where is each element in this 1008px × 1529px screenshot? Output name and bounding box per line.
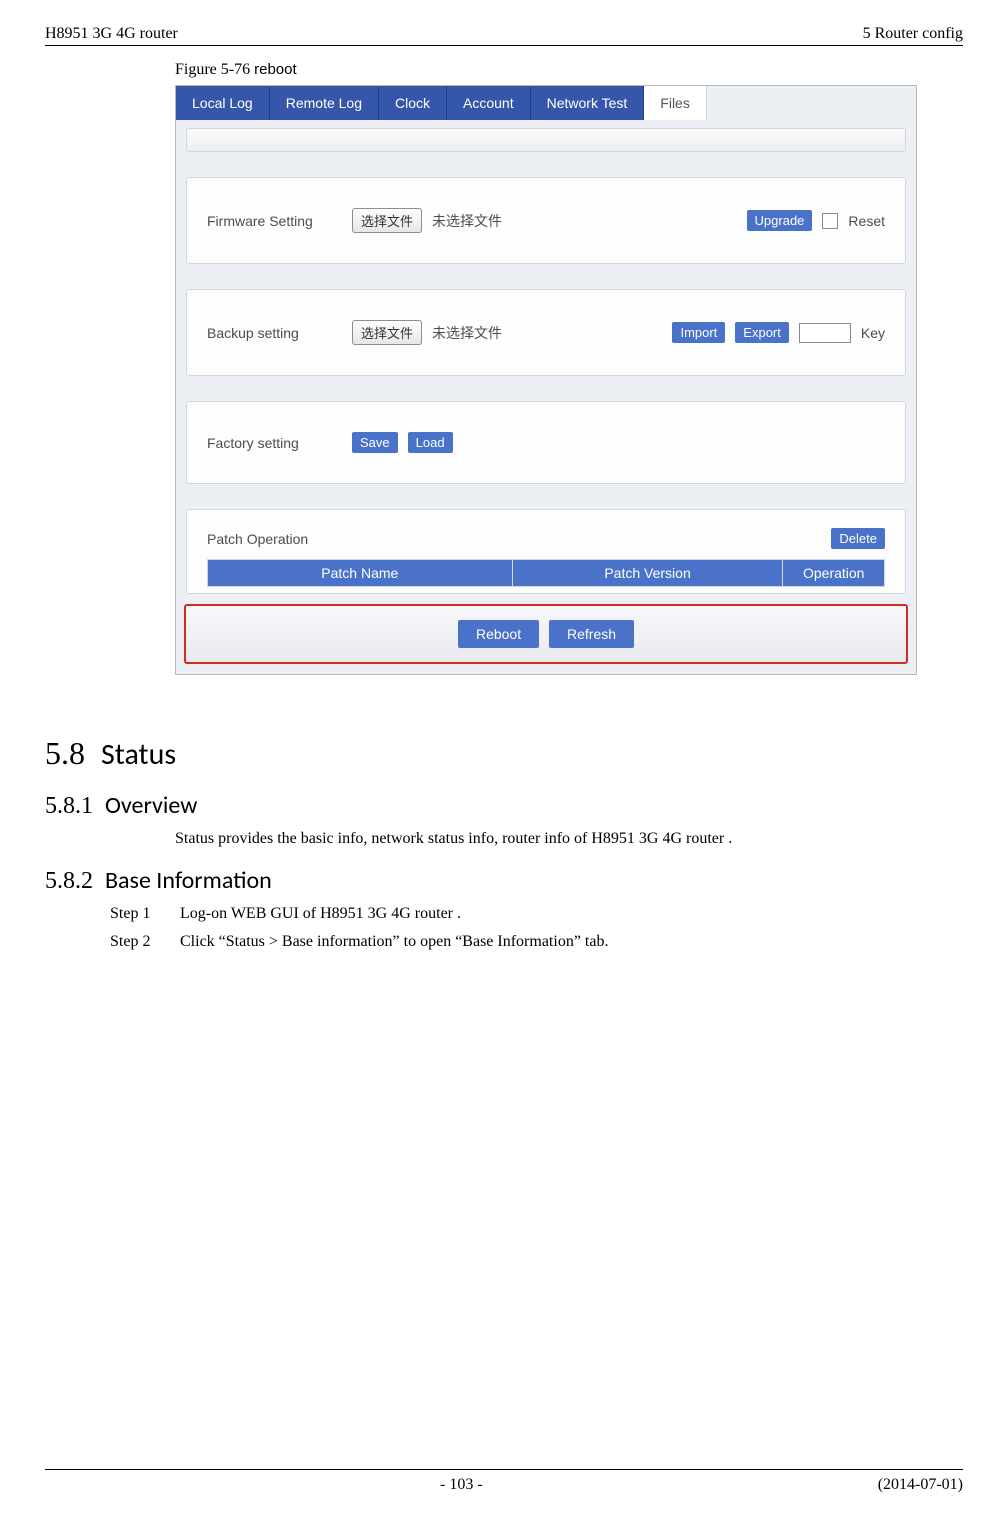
section-5-8-2-title: Base Information [105,866,272,895]
tab-clock[interactable]: Clock [379,86,447,120]
col-patch-name: Patch Name [208,560,513,587]
firmware-choose-file-button[interactable]: 选择文件 [352,208,422,233]
delete-button[interactable]: Delete [831,528,885,549]
col-patch-version: Patch Version [512,560,783,587]
factory-setting-panel: Factory setting Save Load [186,401,906,484]
footer-date: (2014-07-01) [878,1476,963,1494]
tab-files[interactable]: Files [644,86,707,120]
step-2-label: Step 2 [110,933,170,951]
section-5-8-title: Status [101,736,176,773]
section-5-8-1-title: Overview [105,791,197,820]
figure-number: Figure 5-76 [175,61,254,78]
col-operation: Operation [783,560,885,587]
section-5-8-number: 5.8 [45,735,85,771]
doc-footer: - 103 - (2014-07-01) [45,1469,963,1494]
firmware-setting-panel: Firmware Setting 选择文件 未选择文件 Upgrade Rese… [186,177,906,264]
export-button[interactable]: Export [735,322,789,343]
backup-label: Backup setting [207,325,342,341]
upgrade-button[interactable]: Upgrade [747,210,813,231]
refresh-button[interactable]: Refresh [549,620,634,648]
reset-label: Reset [848,213,885,229]
figure-title: reboot [254,61,297,78]
step-1-text: Log-on WEB GUI of H8951 3G 4G router . [180,905,461,923]
action-bar-highlighted: Reboot Refresh [184,604,908,664]
patch-operation-label: Patch Operation [207,531,308,547]
title-bar-placeholder [186,128,906,152]
save-button[interactable]: Save [352,432,398,453]
router-ui-screenshot: Local Log Remote Log Clock Account Netwo… [175,85,917,675]
section-5-8-1-number: 5.8.1 [45,793,93,819]
firmware-no-file-text: 未选择文件 [432,211,502,231]
figure-caption: Figure 5-76 reboot [175,61,963,79]
doc-header-left: H8951 3G 4G router [45,25,178,43]
tab-remote-log[interactable]: Remote Log [270,86,379,120]
patch-operation-panel: Patch Operation Delete Patch Name Patch … [186,509,906,594]
tab-local-log[interactable]: Local Log [176,86,270,120]
step-2-text: Click “Status > Base information” to ope… [180,933,608,951]
section-5-8-2-number: 5.8.2 [45,868,93,894]
tab-network-test[interactable]: Network Test [531,86,645,120]
page-number: - 103 - [45,1476,878,1494]
overview-paragraph: Status provides the basic info, network … [175,830,963,848]
factory-label: Factory setting [207,435,342,451]
step-1-label: Step 1 [110,905,170,923]
tab-account[interactable]: Account [447,86,531,120]
patch-table: Patch Name Patch Version Operation [207,559,885,587]
backup-setting-panel: Backup setting 选择文件 未选择文件 Import Export … [186,289,906,376]
section-5-8-1-heading: 5.8.1 Overview [45,791,963,820]
reboot-button[interactable]: Reboot [458,620,539,648]
import-button[interactable]: Import [672,322,725,343]
doc-header-right: 5 Router config [863,25,963,43]
reset-checkbox[interactable] [822,213,838,229]
section-5-8-2-heading: 5.8.2 Base Information [45,866,963,895]
section-5-8-heading: 5.8 Status [45,735,963,773]
tab-bar: Local Log Remote Log Clock Account Netwo… [176,86,916,120]
doc-header: H8951 3G 4G router 5 Router config [45,25,963,46]
firmware-label: Firmware Setting [207,213,342,229]
step-1-row: Step 1 Log-on WEB GUI of H8951 3G 4G rou… [110,905,963,923]
key-input[interactable] [799,323,851,343]
key-label: Key [861,325,885,341]
backup-no-file-text: 未选择文件 [432,323,502,343]
step-2-row: Step 2 Click “Status > Base information”… [110,933,963,951]
load-button[interactable]: Load [408,432,453,453]
backup-choose-file-button[interactable]: 选择文件 [352,320,422,345]
